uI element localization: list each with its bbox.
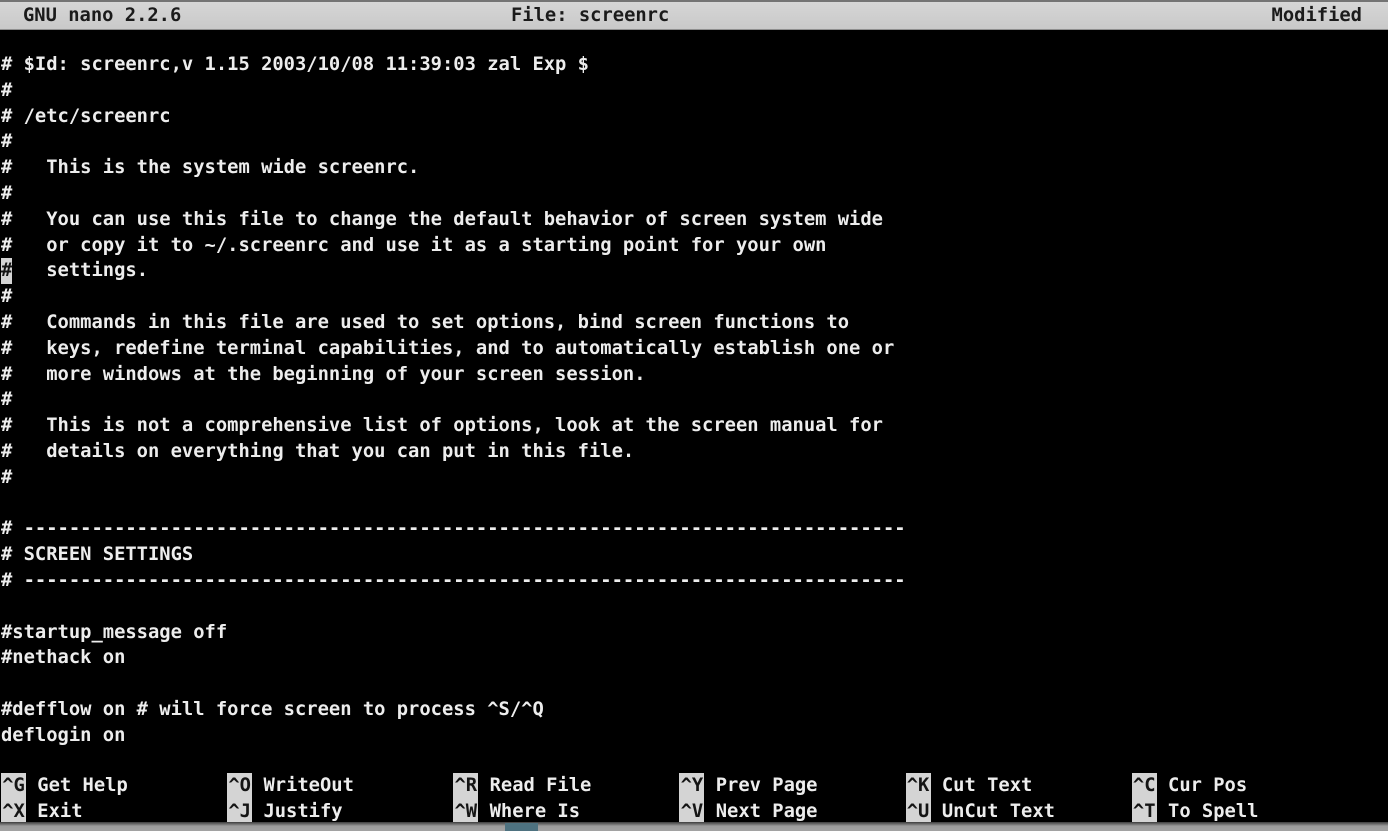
- background-window-edge: [0, 822, 1388, 831]
- editor-line: #startup_message off: [1, 620, 906, 646]
- shortcut-key-badge: ^Y: [679, 773, 704, 799]
- app-version-label: GNU nano 2.2.6: [23, 3, 181, 28]
- editor-line: # You can use this file to change the de…: [1, 207, 906, 233]
- shortcut-label: Where Is: [478, 801, 580, 822]
- background-window-accent: [505, 823, 538, 831]
- editor-line: # SCREEN SETTINGS: [1, 542, 906, 568]
- editor-line: [1, 594, 906, 620]
- cursor-block: #: [1, 258, 12, 284]
- editor-line: # This is not a comprehensive list of op…: [1, 413, 906, 439]
- shortcut-to-spell: ^T To Spell: [1132, 799, 1358, 825]
- editor-line: # $Id: screenrc,v 1.15 2003/10/08 11:39:…: [1, 52, 906, 78]
- shortcut-justify: ^J Justify: [227, 799, 453, 825]
- shortcut-get-help: ^G Get Help: [1, 773, 227, 799]
- editor-line: # keys, redefine terminal capabilities, …: [1, 336, 906, 362]
- modified-badge: Modified: [1272, 3, 1362, 28]
- editor-line: #: [1, 465, 906, 491]
- editor-line: #: [1, 78, 906, 104]
- shortcut-writeout: ^O WriteOut: [227, 773, 453, 799]
- editor-line: # This is the system wide screenrc.: [1, 155, 906, 181]
- shortcut-cut-text: ^K Cut Text: [906, 773, 1132, 799]
- shortcut-where-is: ^W Where Is: [453, 799, 679, 825]
- shortcut-key-badge: ^X: [1, 799, 26, 825]
- editor-line: # settings.: [1, 258, 906, 284]
- shortcut-row: ^G Get Help^O WriteOut^R Read File^Y Pre…: [1, 773, 1358, 799]
- shortcut-label: UnCut Text: [931, 801, 1055, 822]
- shortcut-label: WriteOut: [252, 775, 354, 796]
- shortcut-key-badge: ^V: [679, 799, 704, 825]
- editor-line: [1, 491, 906, 517]
- shortcut-key-badge: ^O: [227, 773, 252, 799]
- editor-line: # --------------------------------------…: [1, 516, 906, 542]
- editor-line: #: [1, 181, 906, 207]
- shortcut-label: Next Page: [704, 801, 817, 822]
- editor-line: [1, 671, 906, 697]
- editor-line: #defflow on # will force screen to proce…: [1, 697, 906, 723]
- editor-line: #: [1, 387, 906, 413]
- nano-titlebar: GNU nano 2.2.6 File: screenrc Modified: [0, 0, 1388, 29]
- editor-line: # more windows at the beginning of your …: [1, 362, 906, 388]
- shortcut-exit: ^X Exit: [1, 799, 227, 825]
- editor-line: # /etc/screenrc: [1, 104, 906, 130]
- editor-line: #nethack on: [1, 645, 906, 671]
- shortcut-label: To Spell: [1157, 801, 1259, 822]
- shortcut-key-badge: ^C: [1132, 773, 1157, 799]
- shortcut-key-badge: ^J: [227, 799, 252, 825]
- shortcut-key-badge: ^U: [906, 799, 931, 825]
- editor-line: deflogin on: [1, 723, 906, 749]
- editor-content[interactable]: # $Id: screenrc,v 1.15 2003/10/08 11:39:…: [1, 28, 906, 749]
- shortcut-label: Cut Text: [931, 775, 1033, 796]
- editor-line: #: [1, 284, 906, 310]
- editor-line: # --------------------------------------…: [1, 568, 906, 594]
- editor-line: # or copy it to ~/.screenrc and use it a…: [1, 233, 906, 259]
- shortcut-label: Get Help: [26, 775, 128, 796]
- shortcut-label: Read File: [478, 775, 591, 796]
- shortcut-key-badge: ^T: [1132, 799, 1157, 825]
- shortcut-label: Cur Pos: [1157, 775, 1247, 796]
- shortcut-key-badge: ^W: [453, 799, 478, 825]
- editor-line: # Commands in this file are used to set …: [1, 310, 906, 336]
- shortcut-key-badge: ^R: [453, 773, 478, 799]
- editor-line: # details on everything that you can put…: [1, 439, 906, 465]
- shortcut-read-file: ^R Read File: [453, 773, 679, 799]
- shortcut-label: Prev Page: [704, 775, 817, 796]
- shortcut-bar: ^G Get Help^O WriteOut^R Read File^Y Pre…: [1, 773, 1358, 825]
- shortcut-cur-pos: ^C Cur Pos: [1132, 773, 1358, 799]
- shortcut-next-page: ^V Next Page: [679, 799, 905, 825]
- file-name-label: File: screenrc: [511, 3, 669, 28]
- editor-line: #: [1, 129, 906, 155]
- shortcut-row: ^X Exit^J Justify^W Where Is^V Next Page…: [1, 799, 1358, 825]
- shortcut-label: Justify: [252, 801, 342, 822]
- shortcut-label: Exit: [26, 801, 83, 822]
- shortcut-key-badge: ^G: [1, 773, 26, 799]
- shortcut-prev-page: ^Y Prev Page: [679, 773, 905, 799]
- terminal-window: GNU nano 2.2.6 File: screenrc Modified #…: [0, 0, 1388, 831]
- shortcut-key-badge: ^K: [906, 773, 931, 799]
- shortcut-uncut-text: ^U UnCut Text: [906, 799, 1132, 825]
